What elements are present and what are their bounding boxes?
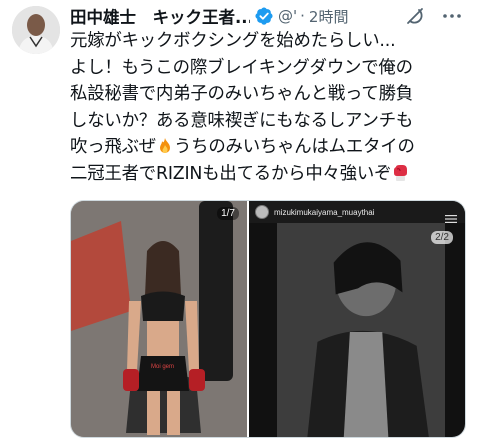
header-separator: · [300, 7, 305, 25]
tweet-text-segment: 吹っ飛ぶぜ [70, 137, 156, 157]
portrait-photo-image [277, 223, 445, 437]
author-handle[interactable]: @' [278, 7, 297, 25]
photo-counter: 1/7 [217, 207, 239, 220]
tweet-text-line: しないか？ある意味禊ぎにもなるしアンチも [70, 110, 414, 131]
tweet-text-segment: 二冠王者でRIZINも出てるから中々強いぞ [70, 163, 392, 184]
author-name[interactable]: 田中雄士 キック王者... [70, 4, 250, 28]
grok-icon[interactable] [404, 5, 426, 27]
instagram-avatar [255, 205, 269, 219]
tweet-text-line: 私設秘書で内弟子のみいちゃんと戦って勝負 [70, 84, 413, 104]
photo-counter: 2/2 [431, 231, 453, 244]
fire-emoji [156, 137, 174, 155]
tweet-text: 元嫁がキックボクシングを始めたらしい... よし！もうこの際ブレイキングダウンで… [70, 28, 465, 187]
author-avatar[interactable] [12, 6, 60, 54]
media-photo[interactable]: mizukimukaiyama_muaythai 2/2 [249, 201, 465, 437]
fighter-photo-image: Moi gem [71, 201, 247, 437]
tweet-text-line: 吹っ飛ぶぜ うちのみいちゃんはムエタイの [70, 134, 465, 161]
media-photo[interactable]: Moi gem 1/7 [71, 201, 247, 437]
tweet-text-segment: うちのみいちゃんはムエタイの [173, 137, 415, 157]
more-icon[interactable] [441, 5, 463, 27]
tweet-timestamp[interactable]: 2時間 [309, 6, 349, 27]
tweet-header: 田中雄士 キック王者... @' · 2時間 [70, 4, 348, 28]
svg-text:Moi gem: Moi gem [151, 364, 174, 370]
verified-badge-icon [254, 6, 274, 26]
menu-icon [445, 208, 457, 223]
media-gallery: Moi gem 1/7 mizukimukaiyama_muaythai 2/2 [70, 200, 466, 438]
tweet-text-line: よし！もうこの際ブレイキングダウンで俺の [70, 57, 413, 78]
boxing-glove-emoji [391, 164, 409, 182]
tweet-text-line: 元嫁がキックボクシングを始めたらしい... [70, 31, 396, 51]
instagram-header: mizukimukaiyama_muaythai [249, 201, 465, 223]
tweet-text-line: 二冠王者でRIZINも出てるから中々強いぞ [70, 161, 465, 188]
instagram-username: mizukimukaiyama_muaythai [274, 207, 375, 217]
